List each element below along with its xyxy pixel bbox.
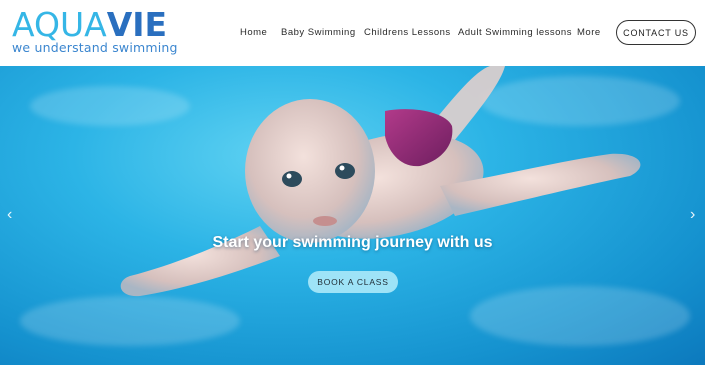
hero-slider: ‹ › Start your swimming journey with us …: [0, 66, 705, 365]
nav-item-more[interactable]: More: [577, 27, 601, 38]
slider-next-icon[interactable]: ›: [690, 206, 695, 224]
logo-vie: VIE: [106, 5, 168, 44]
nav-item-childrens-lessons[interactable]: Childrens Lessons: [364, 27, 451, 38]
logo[interactable]: AQUAVIE we understand swimming: [12, 8, 178, 55]
baby-swimmer-image: [120, 66, 641, 297]
nav-item-adult-swimming[interactable]: Adult Swimming lessons: [458, 27, 572, 38]
hero-title: Start your swimming journey with us: [212, 234, 493, 251]
slider-prev-icon[interactable]: ‹: [7, 206, 12, 224]
book-a-class-button[interactable]: BOOK A CLASS: [308, 271, 398, 293]
contact-us-button[interactable]: CONTACT US: [616, 20, 696, 45]
logo-tagline: we understand swimming: [12, 40, 178, 55]
logo-aqua: AQUA: [12, 5, 107, 44]
site-header: AQUAVIE we understand swimming Home Baby…: [0, 0, 705, 66]
nav-item-baby-swimming[interactable]: Baby Swimming: [281, 27, 356, 38]
logo-wordmark: AQUAVIE: [12, 8, 178, 41]
nav-item-home[interactable]: Home: [240, 27, 267, 38]
